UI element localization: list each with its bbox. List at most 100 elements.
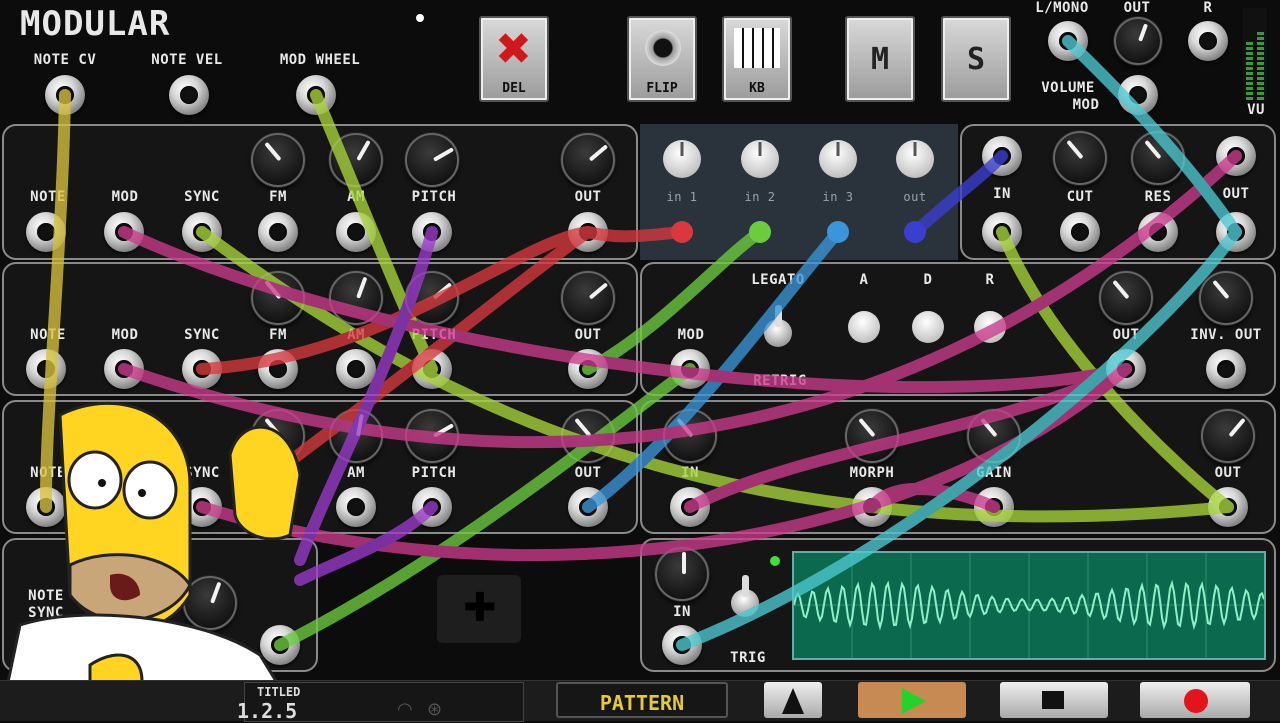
osc2-label-am: AM [347,327,365,343]
env-jack-mod[interactable] [670,349,710,389]
jack-note-vel[interactable] [169,75,209,115]
jack-note-cv[interactable] [45,75,85,115]
osc1-label-pitch: PITCH [411,189,457,205]
record-button[interactable] [1140,682,1250,718]
mixer-label-out: out [903,190,927,204]
env-attack-slider[interactable] [848,311,880,343]
mixer-jack-in1[interactable] [671,221,693,243]
osc2-label-out: OUT [574,327,602,343]
morph-jack-morph[interactable] [852,487,892,527]
pattern-button[interactable]: PATTERN [556,682,728,718]
mute-button[interactable]: M [845,16,915,102]
osc2-label-note: NOTE [30,327,66,343]
osc3-out-knob[interactable] [561,409,615,463]
mixer-jack-in2[interactable] [749,221,771,243]
osc1-jack-note[interactable] [26,212,66,252]
filter-jack-in[interactable] [982,136,1022,176]
env-decay-slider[interactable] [912,311,944,343]
osc2-jack-out[interactable] [568,349,608,389]
env-jack-out[interactable] [1106,349,1146,389]
osc1-jack-sync[interactable] [182,212,222,252]
env-inv-out-knob[interactable] [1199,271,1253,325]
filter-cut-knob[interactable] [1053,131,1107,185]
env-release-slider[interactable] [974,311,1006,343]
filter-jack-res[interactable] [1138,212,1178,252]
osc2-jack-am[interactable] [336,349,376,389]
osc1-jack-out[interactable] [568,212,608,252]
osc1-label-mod: MOD [111,189,139,205]
mixer-in3-knob[interactable] [819,140,857,178]
morph-morph-knob[interactable] [845,409,899,463]
play-button[interactable] [858,682,966,718]
osc2-am-knob[interactable] [329,271,383,325]
osc2-jack-fm[interactable] [258,349,298,389]
osc1-am-knob[interactable] [329,133,383,187]
filter-jack-out[interactable] [1216,212,1256,252]
mixer-in1-knob[interactable] [663,140,701,178]
record-icon [1184,689,1208,713]
solo-button[interactable]: S [941,16,1011,102]
morph-label-morph: MORPH [849,465,895,481]
osc1-jack-pitch[interactable] [412,212,452,252]
label-out-master: OUT [1123,0,1151,16]
jack-mod-wheel[interactable] [296,75,336,115]
osc3-label-pitch: PITCH [411,465,457,481]
osc1-jack-mod[interactable] [104,212,144,252]
osc2-jack-pitch[interactable] [412,349,452,389]
filter-jack-in-bottom[interactable] [982,212,1022,252]
osc3-jack-out[interactable] [568,487,608,527]
metronome-button[interactable] [764,682,822,718]
osc2-jack-note[interactable] [26,349,66,389]
osc1-pitch-knob[interactable] [405,133,459,187]
morph-gain-knob[interactable] [967,409,1021,463]
add-module-button[interactable]: ✚ [437,575,521,643]
osc2-out-knob[interactable] [561,271,615,325]
mixer-label-in2: in 2 [744,190,776,204]
osc2-jack-mod[interactable] [104,349,144,389]
filter-jack-out-top[interactable] [1216,136,1256,176]
jack-volume-mod[interactable] [1118,75,1158,115]
morph-in-knob[interactable] [663,409,717,463]
scope-in-knob[interactable] [655,547,709,601]
osc3-am-knob[interactable] [329,409,383,463]
app-title: Modular [20,4,171,44]
mixer-in2-knob[interactable] [741,140,779,178]
osc1-out-knob[interactable] [561,133,615,187]
osc3-pitch-knob[interactable] [405,409,459,463]
osc2-jack-sync[interactable] [182,349,222,389]
env-legato-toggle[interactable] [764,305,792,347]
stop-icon [1042,691,1064,709]
delete-button[interactable]: ✖ DEL [479,16,549,102]
osc1-jack-fm[interactable] [258,212,298,252]
morph-jack-out[interactable] [1208,487,1248,527]
morph-out-knob[interactable] [1201,409,1255,463]
flip-button[interactable]: FLIP [627,16,697,102]
env-out-knob[interactable] [1099,271,1153,325]
mixer-jack-in3[interactable] [827,221,849,243]
env-label-inv-out: INV. OUT [1190,327,1262,343]
jack-r[interactable] [1188,21,1228,61]
scope-trig-toggle[interactable] [731,575,759,617]
morph-jack-gain[interactable] [974,487,1014,527]
mixer-jack-out[interactable] [904,221,926,243]
osc1-fm-knob[interactable] [251,133,305,187]
osc1-jack-am[interactable] [336,212,376,252]
osc2-label-fm: FM [269,327,287,343]
song-info: TITLED 1.2.5 ◠ ⊛ [237,682,524,723]
osc2-label-sync: SYNC [184,327,220,343]
morph-jack-in[interactable] [670,487,710,527]
env-jack-inv-out[interactable] [1206,349,1246,389]
jack-lmono[interactable] [1048,21,1088,61]
scope-jack-in[interactable] [662,625,702,665]
filter-jack-cut[interactable] [1060,212,1100,252]
keyboard-button[interactable]: KB [722,16,792,102]
osc2-fm-knob[interactable] [251,271,305,325]
osc2-pitch-knob[interactable] [405,271,459,325]
filter-res-knob[interactable] [1131,131,1185,185]
label-note-cv: NOTE CV [33,52,97,68]
osc3-jack-am[interactable] [336,487,376,527]
stop-button[interactable] [1000,682,1108,718]
master-volume-knob[interactable] [1114,17,1162,65]
mixer-out-knob[interactable] [896,140,934,178]
osc3-jack-pitch[interactable] [412,487,452,527]
